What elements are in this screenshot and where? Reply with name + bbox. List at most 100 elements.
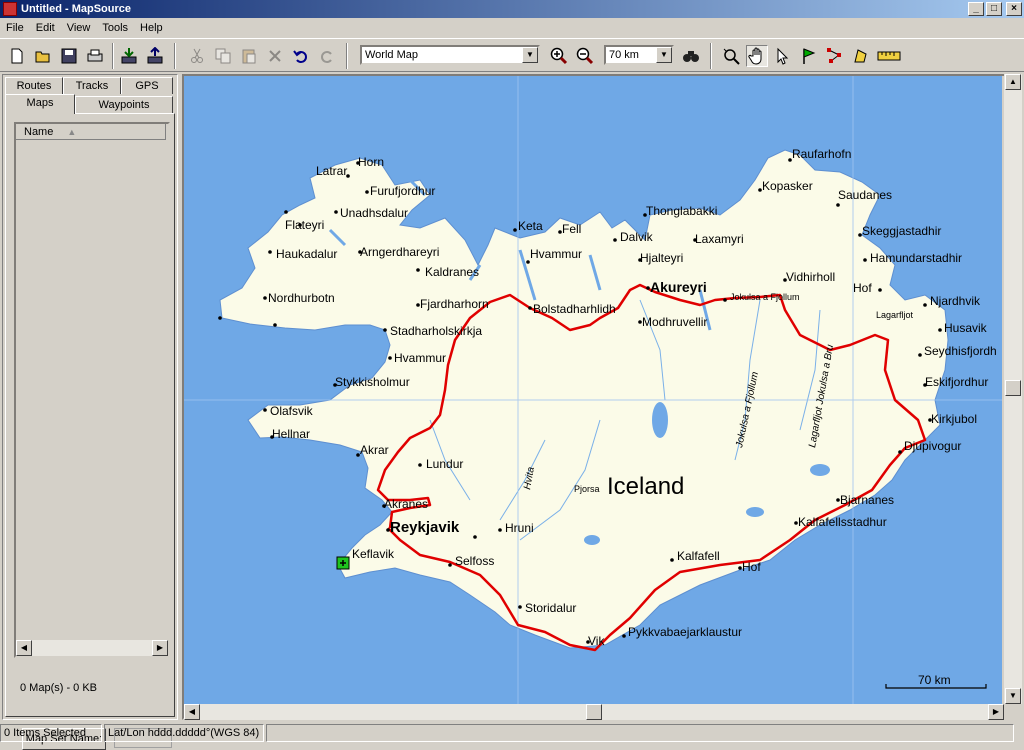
find-icon[interactable] — [680, 45, 702, 67]
place-label: Njardhvik — [930, 294, 981, 308]
zoom-out-icon[interactable] — [574, 45, 596, 67]
scroll-up-icon[interactable]: ▲ — [1005, 74, 1021, 90]
place-label: Modhruvellir — [642, 315, 707, 329]
map-product-value: World Map — [365, 49, 418, 61]
scale-label: 70 km — [918, 673, 951, 687]
zoom-in-icon[interactable] — [548, 45, 570, 67]
zoom-level-select[interactable]: 70 km ▼ — [604, 45, 674, 65]
scroll-left-icon[interactable]: ◀ — [16, 640, 32, 656]
place-label: Furufjordhur — [370, 184, 435, 198]
maximize-button[interactable]: □ — [986, 2, 1002, 16]
place-label: Nordhurbotn — [268, 291, 335, 305]
place-label: Thonglabakki — [646, 204, 717, 218]
menu-bar: File Edit View Tools Help — [0, 18, 1024, 38]
country-label: Iceland — [607, 473, 684, 500]
map-product-select[interactable]: World Map ▼ — [360, 45, 540, 65]
menu-edit[interactable]: Edit — [30, 22, 61, 34]
measure-tool-icon[interactable] — [876, 45, 902, 67]
name-column-header[interactable]: Name ▲ — [16, 124, 166, 140]
place-label: Akranes — [384, 497, 428, 511]
minimize-button[interactable]: _ — [968, 2, 984, 16]
place-label: Latrar — [316, 164, 347, 178]
map-view[interactable]: Horn Latrar Furufjordhur Unadhsdalur Fla… — [182, 74, 1022, 720]
place-label: Hvammur — [530, 247, 582, 261]
place-label: Hjalteyri — [640, 251, 683, 265]
tab-waypoints[interactable]: Waypoints — [75, 96, 173, 113]
map-horizontal-scrollbar[interactable]: ◀ ▶ — [184, 704, 1004, 720]
place-label: Djupivogur — [904, 439, 961, 453]
place-label: Vik — [588, 634, 605, 648]
delete-icon[interactable] — [264, 45, 286, 67]
route-tool-icon[interactable] — [824, 45, 846, 67]
print-icon[interactable] — [84, 45, 106, 67]
menu-view[interactable]: View — [61, 22, 97, 34]
city-label-akureyri: Akureyri — [650, 279, 707, 295]
menu-file[interactable]: File — [0, 22, 30, 34]
place-label: Skeggjastadhir — [862, 224, 941, 238]
tab-routes[interactable]: Routes — [5, 77, 63, 94]
selection-status: 0 Items Selected — [0, 724, 102, 742]
tab-tracks[interactable]: Tracks — [63, 77, 121, 94]
zoom-level-value: 70 km — [609, 49, 639, 61]
place-label: Keta — [518, 219, 543, 233]
tab-maps[interactable]: Maps — [5, 94, 75, 114]
left-panel: Routes Tracks GPS Maps Waypoints Name ▲ … — [2, 74, 178, 750]
track-tool-icon[interactable] — [850, 45, 872, 67]
sort-ascending-icon: ▲ — [67, 126, 77, 137]
horizontal-scroll-thumb[interactable] — [586, 704, 602, 720]
copy-icon[interactable] — [212, 45, 234, 67]
app-icon — [3, 2, 17, 16]
cut-icon[interactable] — [186, 45, 208, 67]
place-label: Raufarhofn — [792, 147, 851, 161]
place-label: Kopasker — [762, 179, 813, 193]
scroll-right-icon[interactable]: ▶ — [988, 704, 1004, 720]
close-button[interactable]: × — [1006, 2, 1022, 16]
chevron-down-icon[interactable]: ▼ — [656, 47, 672, 63]
list-horizontal-scrollbar[interactable]: ◀ ▶ — [16, 640, 168, 656]
menu-help[interactable]: Help — [134, 22, 169, 34]
new-icon[interactable] — [6, 45, 28, 67]
place-label: Hof — [742, 560, 761, 574]
save-icon[interactable] — [58, 45, 80, 67]
tab-gps[interactable]: GPS — [121, 77, 173, 94]
place-label: Vidhirholl — [786, 270, 835, 284]
waypoint-tool-icon[interactable] — [798, 45, 820, 67]
open-icon[interactable] — [32, 45, 54, 67]
coordinate-format-status: Lat/Lon hddd.ddddd°(WGS 84) — [104, 724, 264, 742]
vertical-scroll-thumb[interactable] — [1005, 380, 1021, 396]
place-label: Keflavik — [352, 547, 395, 561]
maps-list[interactable]: Name ▲ ◀ ▶ — [14, 122, 170, 658]
column-header-label: Name — [24, 125, 54, 138]
place-label: Arngerdhareyri — [360, 245, 439, 259]
place-label: Hof — [853, 281, 872, 295]
map-canvas[interactable]: Horn Latrar Furufjordhur Unadhsdalur Fla… — [184, 76, 1002, 704]
place-label: Haukadalur — [276, 247, 337, 261]
scroll-down-icon[interactable]: ▼ — [1005, 688, 1021, 704]
place-label: Selfoss — [455, 554, 494, 568]
toolbar: World Map ▼ 70 km ▼ — [0, 38, 1024, 72]
zoom-tool-icon[interactable] — [720, 45, 742, 67]
place-label: Laxamyri — [695, 232, 744, 246]
scroll-right-icon[interactable]: ▶ — [152, 640, 168, 656]
menu-tools[interactable]: Tools — [96, 22, 134, 34]
place-label: Bjarnanes — [840, 493, 894, 507]
scroll-left-icon[interactable]: ◀ — [184, 704, 200, 720]
undo-icon[interactable] — [290, 45, 312, 67]
receive-from-device-icon[interactable] — [118, 45, 140, 67]
place-label: Fjardharhorn — [420, 297, 489, 311]
place-label: Hvammur — [394, 351, 446, 365]
chevron-down-icon[interactable]: ▼ — [522, 47, 538, 63]
selection-tool-icon[interactable] — [772, 45, 794, 67]
place-label: Stykkisholmur — [335, 375, 410, 389]
paste-icon[interactable] — [238, 45, 260, 67]
map-cursor-icon — [336, 556, 350, 570]
place-label: Hruni — [505, 521, 534, 535]
place-label: Lundur — [426, 457, 463, 471]
place-label: Akrar — [360, 443, 389, 457]
send-to-device-icon[interactable] — [144, 45, 166, 67]
hand-tool-icon[interactable] — [746, 45, 768, 67]
place-label: Hellnar — [272, 427, 310, 441]
redo-icon[interactable] — [316, 45, 338, 67]
map-vertical-scrollbar[interactable]: ▲ ▼ — [1004, 74, 1022, 704]
place-label: Kaldranes — [425, 265, 479, 279]
